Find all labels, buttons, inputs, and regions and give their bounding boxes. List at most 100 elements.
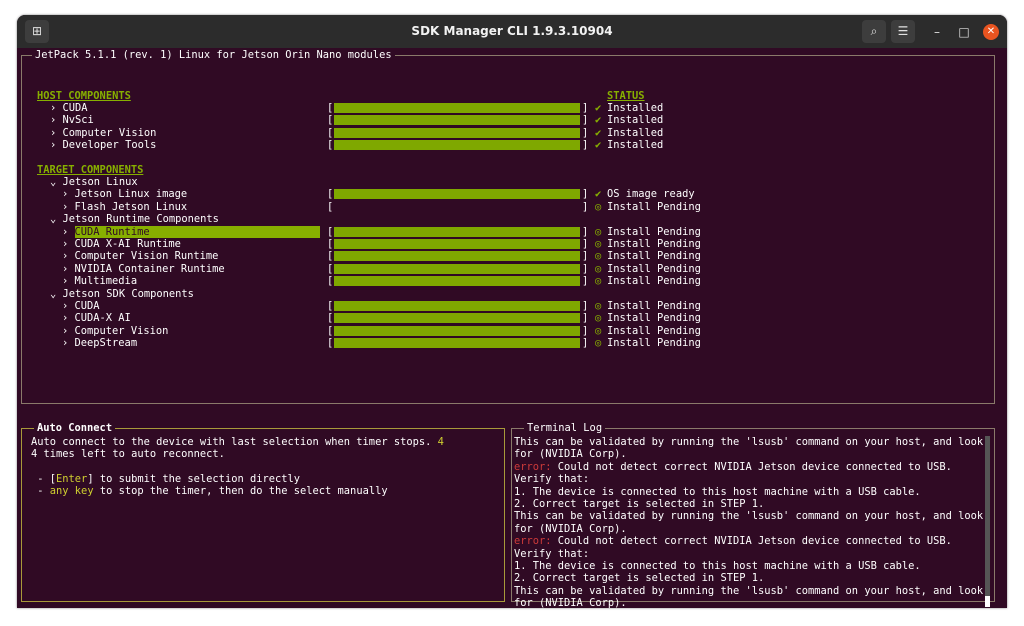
component-item[interactable]: › Multimedia	[62, 275, 137, 287]
log-scrollbar-thumb[interactable]	[985, 596, 990, 607]
check-icon: ✔	[595, 114, 602, 127]
log-text: 2. Correct target is selected in STEP 1.	[514, 572, 765, 585]
minimize-icon[interactable]: –	[928, 23, 946, 41]
component-item[interactable]: › CUDA-X AI	[62, 312, 131, 324]
status-text: Installed	[607, 139, 664, 152]
check-icon: ✔	[595, 126, 602, 139]
check-icon: ✔	[595, 188, 602, 201]
component-item[interactable]: › Computer Vision	[50, 127, 156, 139]
component-item[interactable]: › CUDA Runtime	[62, 225, 320, 238]
bracket-close: ]	[582, 200, 589, 213]
bracket-open: [	[327, 200, 334, 213]
terminal-content[interactable]: JetPack 5.1.1 (rev. 1) Linux for Jetson …	[17, 48, 1007, 608]
component-item[interactable]: › Jetson Linux image	[62, 188, 187, 200]
bracket-open: [	[327, 114, 334, 127]
bracket-close: ]	[582, 262, 589, 275]
log-text: for (NVIDIA Corp).	[514, 448, 627, 461]
component-group[interactable]: ⌄ Jetson SDK Components	[50, 288, 194, 300]
bracket-close: ]	[582, 188, 589, 201]
target-components-header: TARGET COMPONENTS	[37, 164, 144, 176]
component-item[interactable]: › Computer Vision Runtime	[62, 250, 218, 262]
component-item[interactable]: › NVIDIA Container Runtime	[62, 263, 225, 275]
pending-icon: ◎	[595, 262, 602, 275]
progress-bar	[334, 276, 580, 287]
pending-icon: ◎	[595, 200, 602, 213]
status-text: Install Pending	[607, 262, 701, 275]
title-bar: ⊞ SDK Manager CLI 1.9.3.10904 ⌕ ☰ – □ ✕	[17, 15, 1007, 48]
log-line: for (NVIDIA Corp).	[514, 523, 627, 535]
log-text: 1. The device is connected to this host …	[514, 485, 921, 498]
component-group[interactable]: ⌄ Jetson Linux	[50, 176, 138, 188]
status-text: Install Pending	[607, 238, 701, 250]
progress-bar	[334, 226, 580, 237]
log-line: 2. Correct target is selected in STEP 1.	[514, 572, 764, 584]
pending-icon: ◎	[595, 250, 602, 263]
pending-icon: ◎	[595, 238, 602, 250]
component-item[interactable]: › CUDA	[62, 300, 100, 312]
component-item[interactable]: › NvSci	[50, 114, 94, 126]
bracket-close: ]	[582, 337, 589, 350]
log-text: 2. Correct target is selected in STEP 1.	[514, 498, 765, 510]
selected-item-label[interactable]: CUDA Runtime	[74, 225, 320, 238]
status-text: Installed	[607, 126, 664, 139]
progress-bar	[334, 251, 580, 262]
log-line: This can be validated by running the 'ls…	[514, 585, 983, 597]
progress-bar	[334, 313, 580, 324]
auto-connect-line1: Auto connect to the device with last sel…	[31, 436, 444, 448]
bracket-open: [	[327, 275, 334, 288]
option-text: to stop the timer, then do the select ma…	[93, 485, 388, 497]
status-text: Install Pending	[607, 275, 701, 288]
pending-icon: ◎	[595, 275, 602, 288]
status-text: Install Pending	[607, 312, 701, 325]
close-icon[interactable]: ✕	[983, 24, 999, 40]
bracket-open: [	[327, 312, 334, 325]
log-text: Could not detect correct NVIDIA Jetson d…	[551, 460, 952, 473]
progress-bar	[334, 338, 580, 349]
component-item[interactable]: › CUDA X-AI Runtime	[62, 238, 181, 250]
log-text: This can be validated by running the 'ls…	[514, 510, 984, 523]
pending-icon: ◎	[595, 225, 602, 238]
log-line: for (NVIDIA Corp).	[514, 448, 627, 460]
log-line: 1. The device is connected to this host …	[514, 486, 921, 498]
progress-bar	[334, 239, 580, 249]
auto-connect-message: Auto connect to the device with last sel…	[31, 436, 432, 448]
component-item[interactable]: › Flash Jetson Linux	[62, 201, 187, 213]
maximize-icon[interactable]: □	[955, 23, 973, 41]
hamburger-menu-icon[interactable]: ☰	[891, 20, 915, 43]
log-text: Verify that:	[514, 547, 590, 560]
log-line: Verify that:	[514, 473, 589, 485]
enter-key: Enter	[56, 473, 88, 485]
pending-icon: ◎	[595, 300, 602, 312]
component-group[interactable]: ⌄ Jetson Runtime Components	[50, 213, 219, 225]
bracket-open: [	[327, 102, 334, 114]
option-any-key: - any key to stop the timer, then do the…	[31, 485, 388, 497]
progress-bar	[334, 115, 580, 126]
bracket-close: ]	[582, 114, 589, 127]
component-item[interactable]: › Computer Vision	[62, 325, 168, 337]
panel-title: JetPack 5.1.1 (rev. 1) Linux for Jetson …	[32, 49, 395, 61]
component-item[interactable]: › CUDA	[50, 102, 88, 114]
component-item[interactable]: › Developer Tools	[50, 139, 156, 151]
search-icon[interactable]: ⌕	[862, 20, 886, 43]
check-icon: ✔	[595, 139, 602, 152]
log-line: This can be validated by running the 'ls…	[514, 510, 983, 522]
status-header: STATUS	[607, 90, 645, 102]
error-label: error:	[514, 460, 552, 473]
bracket-close: ]	[582, 324, 589, 337]
status-text: Install Pending	[607, 200, 701, 213]
log-text: 1. The device is connected to this host …	[514, 560, 921, 572]
bracket-open: [	[327, 238, 334, 250]
bracket-open: [	[327, 300, 334, 312]
log-line: error: Could not detect correct NVIDIA J…	[514, 535, 952, 547]
pending-icon: ◎	[595, 337, 602, 350]
component-item[interactable]: › DeepStream	[62, 337, 137, 349]
bracket-open: [	[327, 188, 334, 201]
log-text: Verify that:	[514, 473, 590, 486]
progress-bar	[334, 103, 580, 113]
bracket-open: [	[327, 337, 334, 350]
bracket-open: [	[327, 225, 334, 238]
bracket-close: ]	[582, 238, 589, 250]
bracket-close: ]	[582, 102, 589, 114]
log-scrollbar[interactable]	[985, 436, 990, 596]
progress-bar	[334, 127, 580, 138]
